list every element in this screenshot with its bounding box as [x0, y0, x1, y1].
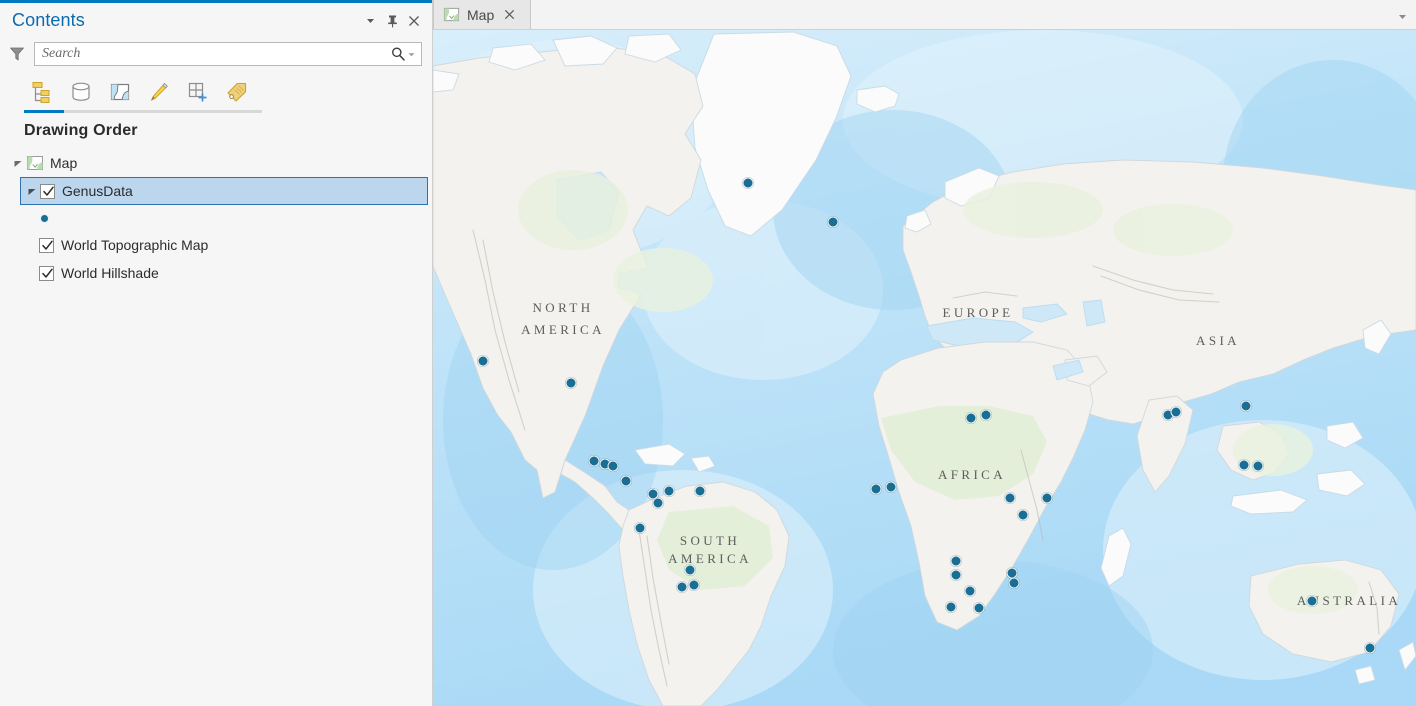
map-point-marker[interactable] [1041, 492, 1053, 504]
tag-icon [227, 82, 247, 102]
checkbox-genusdata[interactable] [40, 183, 55, 199]
selection-map-icon [110, 83, 130, 101]
expander-genusdata[interactable] [24, 183, 40, 199]
map-icon [26, 154, 44, 172]
map-point-marker[interactable] [1364, 642, 1376, 654]
map-point-marker[interactable] [1252, 460, 1264, 472]
list-by-selection-button[interactable] [102, 75, 138, 109]
map-point-marker[interactable] [980, 409, 992, 421]
map-point-marker[interactable] [684, 564, 696, 576]
map-point-marker[interactable] [663, 485, 675, 497]
map-point-marker[interactable] [1004, 492, 1016, 504]
map-point-marker[interactable] [1170, 406, 1182, 418]
contents-tool-strip [0, 70, 432, 114]
search-row [0, 38, 432, 70]
list-by-snapping-button[interactable] [180, 75, 216, 109]
filter-icon[interactable] [8, 45, 26, 63]
toc-layer-label: GenusData [62, 183, 133, 199]
map-tab-bar: Map [433, 0, 1416, 30]
map-icon [443, 6, 460, 23]
map-point-marker[interactable] [950, 569, 962, 581]
map-point-marker[interactable] [945, 601, 957, 613]
expander-map[interactable] [10, 155, 26, 171]
map-point-marker[interactable] [1008, 577, 1020, 589]
map-point-marker[interactable] [694, 485, 706, 497]
contents-pane-header: Contents [0, 3, 432, 38]
pane-header-buttons [360, 3, 424, 38]
map-point-marker[interactable] [688, 579, 700, 591]
map-point-marker[interactable] [827, 216, 839, 228]
map-point-marker[interactable] [565, 377, 577, 389]
map-point-marker[interactable] [973, 602, 985, 614]
map-view-area: Map NORTH AMERICA SOUTH AMERICA EUROPE A… [433, 0, 1416, 706]
checkbox-world-topographic-map[interactable] [39, 237, 54, 253]
map-point-marker[interactable] [620, 475, 632, 487]
tab-label: Map [467, 6, 495, 23]
toc-heading: Drawing Order [24, 122, 138, 139]
map-point-marker[interactable] [634, 522, 646, 534]
map-point-marker[interactable] [965, 412, 977, 424]
pane-title: Contents [12, 10, 85, 30]
grid-plus-icon [188, 82, 207, 102]
close-icon[interactable] [501, 7, 517, 23]
auto-hide-pin-button[interactable] [382, 10, 402, 32]
toc-layer-world-topographic-map[interactable]: World Topographic Map [0, 231, 432, 259]
pencil-icon [150, 82, 168, 102]
map-point-marker[interactable] [676, 581, 688, 593]
drawing-order-icon [32, 82, 50, 103]
list-by-data-source-button[interactable] [63, 75, 99, 109]
map-point-marker[interactable] [1306, 595, 1318, 607]
search-dropdown-icon[interactable] [406, 50, 417, 59]
map-point-marker[interactable] [950, 555, 962, 567]
map-point-marker[interactable] [742, 177, 754, 189]
table-of-contents: Drawing Order Map GenusData World Topogr… [0, 114, 432, 706]
list-by-drawing-order-button[interactable] [24, 75, 60, 109]
magnifier-icon[interactable] [390, 46, 406, 62]
toc-layer-label: World Hillshade [61, 265, 159, 281]
map-point-marker[interactable] [1238, 459, 1250, 471]
menu-dropdown-button[interactable] [360, 10, 380, 32]
toc-layer-label: World Topographic Map [61, 237, 209, 253]
basemap-graphic [433, 30, 1416, 706]
map-point-marker[interactable] [964, 585, 976, 597]
toc-layer-world-hillshade[interactable]: World Hillshade [0, 259, 432, 287]
tool-underline-active [24, 110, 64, 113]
search-box[interactable] [34, 42, 422, 66]
map-canvas[interactable]: NORTH AMERICA SOUTH AMERICA EUROPE AFRICA ASIA… [433, 30, 1416, 706]
map-point-marker[interactable] [477, 355, 489, 367]
list-by-editing-button[interactable] [141, 75, 177, 109]
toc-map-node[interactable]: Map [0, 149, 432, 177]
tab-overflow-dropdown[interactable] [1394, 8, 1410, 24]
toc-symbol-row [0, 205, 432, 231]
arcgis-pro-window: Contents Search Drawing Order Map GenusD… [0, 0, 1416, 706]
checkbox-world-hillshade[interactable] [39, 265, 54, 281]
list-by-labeling-button[interactable] [219, 75, 255, 109]
tab-map[interactable]: Map [433, 0, 531, 29]
toc-layer-genusdata[interactable]: GenusData [20, 177, 428, 205]
search-input[interactable] [42, 46, 390, 62]
contents-pane: Contents Search Drawing Order Map GenusD… [0, 0, 433, 706]
map-point-marker[interactable] [647, 488, 659, 500]
database-icon [72, 82, 90, 101]
map-point-marker[interactable] [607, 460, 619, 472]
point-symbol-swatch [40, 213, 49, 223]
map-point-marker[interactable] [885, 481, 897, 493]
close-pane-button[interactable] [404, 10, 424, 32]
map-point-marker[interactable] [1240, 400, 1252, 412]
map-point-marker[interactable] [1017, 509, 1029, 521]
map-point-marker[interactable] [870, 483, 882, 495]
toc-map-label: Map [50, 155, 78, 171]
map-point-marker[interactable] [588, 455, 600, 467]
